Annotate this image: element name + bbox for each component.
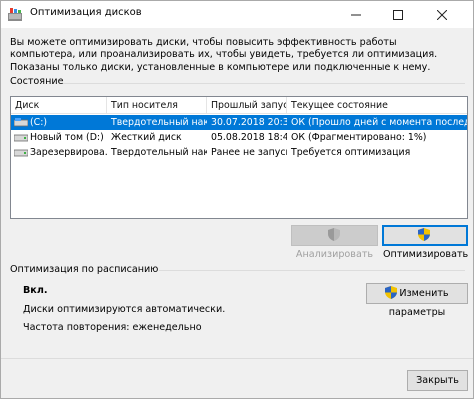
uac-shield-icon — [418, 228, 430, 241]
optimize-label: Оптимизировать — [383, 249, 469, 260]
last-run: 30.07.2018 20:33 — [211, 117, 287, 128]
schedule-divider — [159, 270, 465, 271]
disk-optimize-app-icon — [8, 8, 22, 21]
current-state: Требуется оптимизация — [291, 147, 411, 158]
minimize-icon — [350, 14, 361, 15]
last-run: Ранее не запуск... — [211, 147, 287, 158]
change-settings-button[interactable]: Изменить параметры — [366, 283, 468, 318]
schedule-state: Вкл. — [23, 285, 48, 296]
media-type: Твердотельный нако... — [111, 147, 207, 158]
minimize-button[interactable] — [339, 1, 372, 28]
close-button[interactable]: Закрыть — [407, 370, 468, 391]
drive-name: (C:) — [30, 117, 48, 128]
close-window-button[interactable] — [425, 1, 458, 28]
drive-row-c[interactable]: (C:) Твердотельный нако... 30.07.2018 20… — [11, 115, 467, 130]
footer-divider — [1, 358, 473, 359]
disk-optimization-window: Оптимизация дисков Вы можете оптимизиров… — [0, 0, 474, 399]
maximize-button[interactable] — [381, 1, 414, 28]
column-header-current-state[interactable]: Текущее состояние — [287, 97, 467, 114]
current-state: ОК (Прошло дней с момента послед... — [291, 117, 467, 128]
window-title: Оптимизация дисков — [30, 7, 142, 18]
uac-shield-icon — [385, 286, 398, 299]
column-header-drive[interactable]: Диск — [11, 97, 107, 114]
title-bar[interactable]: Оптимизация дисков — [1, 1, 473, 28]
drive-name: Зарезервирова... — [30, 147, 107, 158]
drive-list[interactable]: Диск Тип носителя Прошлый запуск Текущее… — [10, 96, 468, 219]
analyze-label: Анализировать — [295, 249, 374, 260]
schedule-frequency: Частота повторения: еженедельно — [23, 322, 202, 333]
schedule-section-label: Оптимизация по расписанию — [10, 264, 159, 275]
maximize-icon — [392, 9, 403, 20]
optimize-button[interactable]: Оптимизировать — [382, 225, 468, 260]
analyze-button[interactable]: Анализировать — [291, 225, 378, 260]
uac-shield-icon — [327, 228, 340, 241]
last-run: 05.08.2018 18:45 — [211, 132, 287, 143]
description-text: Вы можете оптимизировать диски, чтобы по… — [10, 37, 438, 73]
status-section-label: Состояние — [10, 76, 64, 87]
drive-name: Новый том (D:) — [30, 132, 104, 143]
column-header-last-run[interactable]: Прошлый запуск — [207, 97, 287, 114]
status-divider — [63, 83, 465, 84]
drive-row-d[interactable]: Новый том (D:) Жесткий диск 05.08.2018 1… — [11, 130, 467, 145]
schedule-description: Диски оптимизируются автоматически. — [23, 304, 226, 315]
drive-row-reserved[interactable]: Зарезервирова... Твердотельный нако... Р… — [11, 145, 467, 160]
media-type: Твердотельный нако... — [111, 117, 207, 128]
column-header-media-type[interactable]: Тип носителя — [107, 97, 207, 114]
close-icon — [436, 9, 447, 20]
media-type: Жесткий диск — [111, 132, 182, 143]
list-header: Диск Тип носителя Прошлый запуск Текущее… — [11, 97, 467, 114]
change-settings-label: Изменить параметры — [388, 288, 449, 318]
current-state: ОК (Фрагментировано: 1%) — [291, 132, 427, 143]
